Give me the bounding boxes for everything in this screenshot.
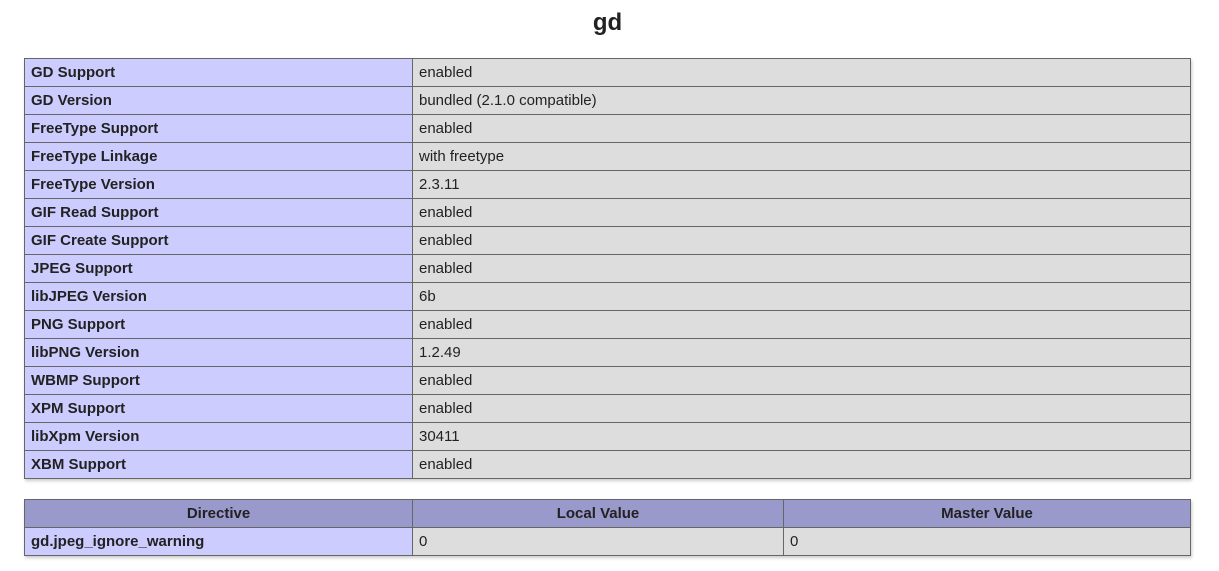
table-row: XPM Support enabled [24, 394, 1191, 423]
table-header-row: Directive Local Value Master Value [24, 499, 1191, 528]
property-name: XPM Support [24, 394, 413, 423]
property-value: enabled [412, 114, 1191, 143]
property-name: XBM Support [24, 450, 413, 479]
property-value: 6b [412, 282, 1191, 311]
property-value: 1.2.49 [412, 338, 1191, 367]
table-row: GD Version bundled (2.1.0 compatible) [24, 86, 1191, 115]
property-name: PNG Support [24, 310, 413, 339]
property-name: JPEG Support [24, 254, 413, 283]
property-name: FreeType Version [24, 170, 413, 199]
column-header-directive: Directive [24, 499, 413, 528]
table-row: PNG Support enabled [24, 310, 1191, 339]
table-row: GIF Read Support enabled [24, 198, 1191, 227]
phpinfo-gd-section: gd GD Support enabled GD Version bundled… [0, 0, 1219, 571]
property-name: GD Support [24, 58, 413, 87]
table-row: libXpm Version 30411 [24, 422, 1191, 451]
property-value: enabled [412, 450, 1191, 479]
property-name: libJPEG Version [24, 282, 413, 311]
property-name: libPNG Version [24, 338, 413, 367]
directive-local-value: 0 [412, 527, 784, 556]
table-row: libJPEG Version 6b [24, 282, 1191, 311]
property-name: FreeType Support [24, 114, 413, 143]
directive-name: gd.jpeg_ignore_warning [24, 527, 413, 556]
property-value: enabled [412, 58, 1191, 87]
table-row: GIF Create Support enabled [24, 226, 1191, 255]
directives-body: gd.jpeg_ignore_warning 0 0 [24, 527, 1191, 556]
gd-properties-body: GD Support enabled GD Version bundled (2… [24, 58, 1191, 479]
table-row: GD Support enabled [24, 58, 1191, 87]
table-row: JPEG Support enabled [24, 254, 1191, 283]
table-row: libPNG Version 1.2.49 [24, 338, 1191, 367]
table-row: XBM Support enabled [24, 450, 1191, 479]
property-value: enabled [412, 254, 1191, 283]
property-name: libXpm Version [24, 422, 413, 451]
property-name: FreeType Linkage [24, 142, 413, 171]
table-row: FreeType Version 2.3.11 [24, 170, 1191, 199]
property-value: with freetype [412, 142, 1191, 171]
table-row: gd.jpeg_ignore_warning 0 0 [24, 527, 1191, 556]
property-value: enabled [412, 310, 1191, 339]
table-row: WBMP Support enabled [24, 366, 1191, 395]
gd-properties-table: GD Support enabled GD Version bundled (2… [24, 58, 1191, 479]
column-header-local-value: Local Value [412, 499, 784, 528]
property-value: 30411 [412, 422, 1191, 451]
property-name: GIF Create Support [24, 226, 413, 255]
table-row: FreeType Linkage with freetype [24, 142, 1191, 171]
property-name: WBMP Support [24, 366, 413, 395]
property-name: GIF Read Support [24, 198, 413, 227]
directive-master-value: 0 [783, 527, 1191, 556]
table-row: FreeType Support enabled [24, 114, 1191, 143]
directives-header: Directive Local Value Master Value [24, 499, 1191, 528]
property-value: bundled (2.1.0 compatible) [412, 86, 1191, 115]
property-value: enabled [412, 198, 1191, 227]
section-title: gd [592, 9, 623, 36]
property-value: enabled [412, 394, 1191, 423]
property-value: enabled [412, 366, 1191, 395]
property-name: GD Version [24, 86, 413, 115]
property-value: 2.3.11 [412, 170, 1191, 199]
property-value: enabled [412, 226, 1191, 255]
gd-directives-table: Directive Local Value Master Value gd.jp… [24, 499, 1191, 556]
column-header-master-value: Master Value [783, 499, 1191, 528]
